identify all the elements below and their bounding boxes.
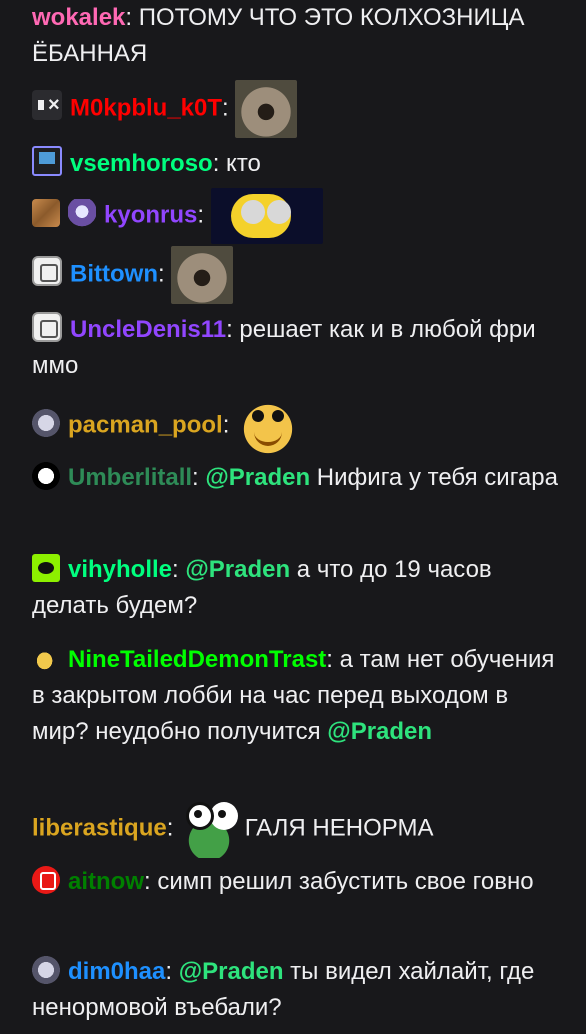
username[interactable]: M0kpblu_k0T — [70, 94, 222, 121]
username[interactable]: NineTailedDemonTrast — [68, 646, 326, 673]
chat-message: vihyholle: @Praden а что до 19 часов дел… — [32, 552, 560, 624]
username[interactable]: kyonrus — [104, 201, 197, 228]
chat-message: Bittown: — [32, 246, 560, 304]
message-text: : кто — [212, 150, 261, 177]
chat-panel: wokalek: ПОТОМУ ЧТО ЭТО КОЛХОЗНИЦА ЁБАНН… — [0, 0, 586, 1034]
username[interactable]: dim0haa — [68, 958, 165, 985]
username[interactable]: wokalek — [32, 4, 125, 31]
username[interactable]: vihyholle — [68, 556, 172, 583]
chat-message: UncleDenis11: решает как и в любой фри м… — [32, 312, 560, 384]
frog-badge-icon — [32, 554, 60, 582]
mention[interactable]: @Praden — [327, 718, 432, 745]
mention[interactable]: @Praden — [205, 464, 310, 491]
ninja-badge-icon — [68, 199, 96, 228]
pepe-emote — [180, 800, 239, 858]
banana-badge-icon — [32, 644, 60, 672]
wide-scream-emote — [235, 80, 298, 138]
pacman-badge-icon — [32, 956, 60, 984]
message-text: : — [157, 260, 172, 288]
username[interactable]: Bittown — [70, 260, 158, 287]
subscriber-badge-icon — [32, 146, 62, 176]
username[interactable]: UncleDenis11 — [70, 316, 226, 343]
message-text: : — [197, 201, 211, 229]
message-text: : — [172, 556, 186, 583]
username[interactable]: vsemhoroso — [70, 150, 213, 177]
message-text: : — [192, 464, 206, 491]
message-text: ГАЛЯ НЕНОРМА — [238, 814, 434, 842]
chat-message: aitnow: симп решил забустить свое говно — [32, 864, 560, 900]
mute-badge-icon — [32, 90, 62, 121]
username[interactable]: Umberlitall — [68, 464, 192, 491]
username[interactable]: pacman_pool — [68, 411, 223, 438]
message-text: : — [166, 814, 181, 842]
username[interactable]: liberastique — [32, 814, 167, 841]
chat-message: Umberlitall: @Praden Нифига у тебя сигар… — [32, 460, 560, 496]
mention[interactable]: @Praden — [179, 958, 284, 985]
hollow-knight-badge-icon — [32, 462, 60, 490]
minion-emote — [210, 188, 323, 244]
pacman-badge-icon — [32, 409, 60, 438]
chat-message: pacman_pool: — [32, 396, 560, 456]
message-text: : — [222, 411, 237, 439]
message-text: : — [222, 94, 236, 122]
chat-message: wokalek: ПОТОМУ ЧТО ЭТО КОЛХОЗНИЦА ЁБАНН… — [32, 0, 560, 72]
chat-message: vsemhoroso: кто — [32, 146, 560, 182]
message-text: : — [165, 958, 179, 985]
chat-message: M0kpblu_k0T: — [32, 80, 560, 138]
chat-message: NineTailedDemonTrast: а там нет обучения… — [32, 642, 560, 750]
mention[interactable]: @Praden — [185, 556, 290, 583]
message-text: : симп решил забустить свое говно — [144, 868, 534, 895]
ai-badge-icon — [32, 866, 60, 894]
chat-message: kyonrus: — [32, 188, 560, 244]
sub-badge-icon — [32, 312, 62, 342]
smile-emote — [236, 396, 301, 456]
message-text: Нифига у тебя сигара — [310, 464, 558, 491]
username[interactable]: aitnow — [68, 868, 144, 895]
sub-badge-icon — [32, 256, 62, 287]
chat-message: liberastique: ГАЛЯ НЕНОРМА — [32, 800, 560, 858]
chat-message: dim0haa: @Praden ты видел хайлайт, где н… — [32, 954, 560, 1026]
wide-scream-emote — [171, 246, 234, 304]
wood-badge-icon — [32, 199, 60, 228]
